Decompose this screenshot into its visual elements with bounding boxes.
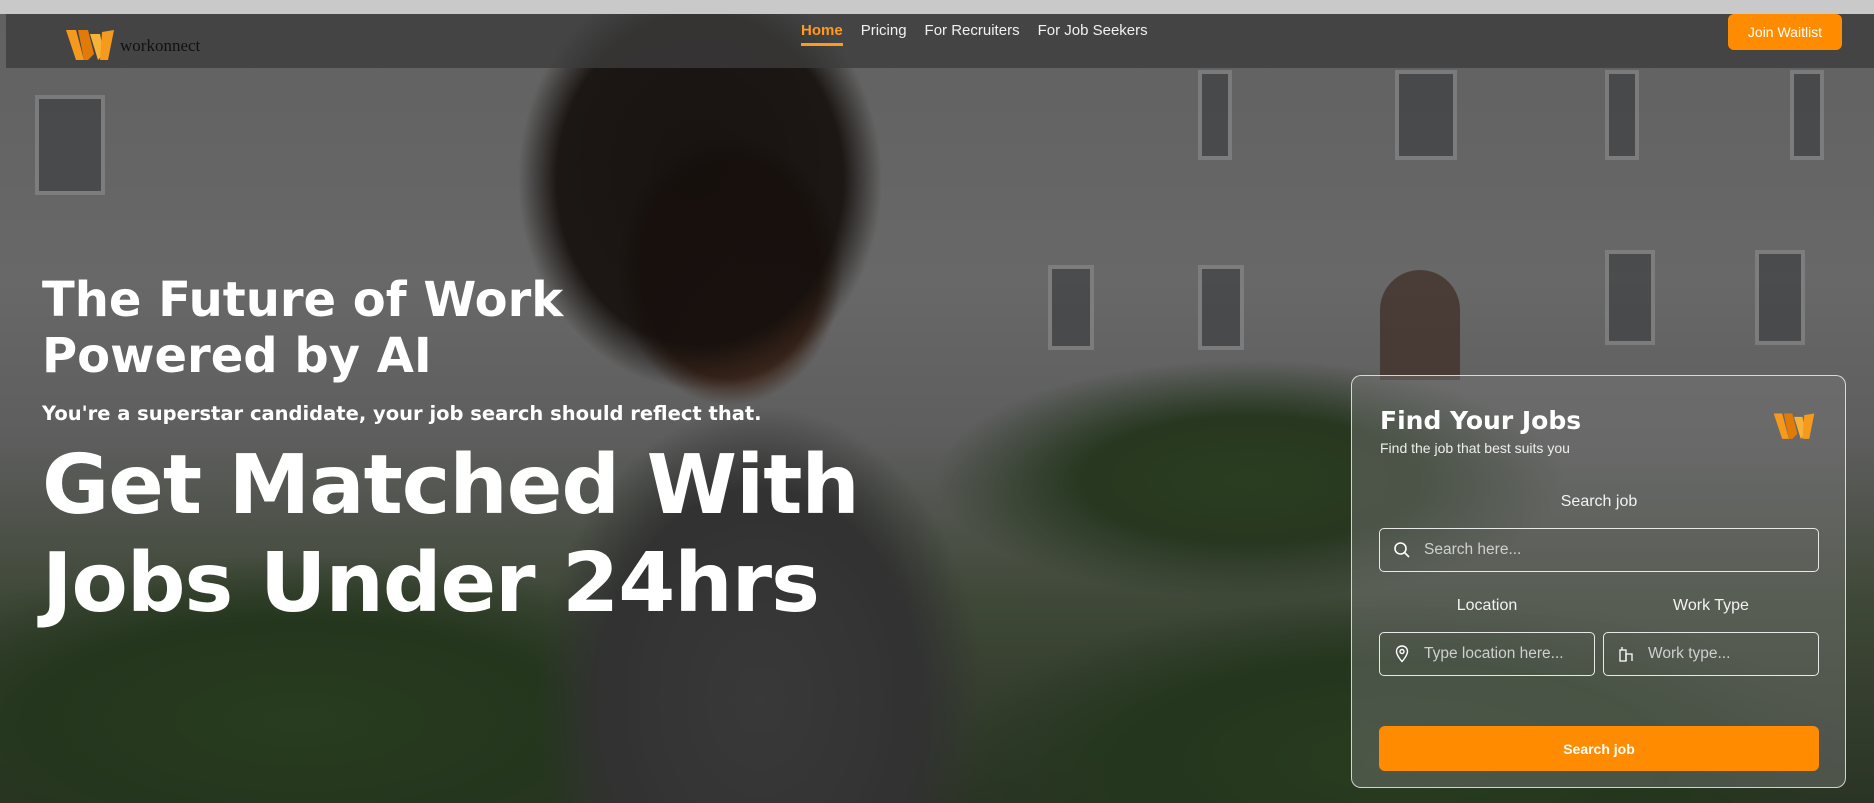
location-input[interactable] [1424,645,1579,663]
search-icon [1392,540,1412,560]
navbar: workonnect Home Pricing For Recruiters F… [6,14,1874,68]
work-type-label: Work Type [1673,597,1749,614]
search-job-button[interactable]: Search job [1379,726,1819,771]
nav-item-pricing[interactable]: Pricing [861,22,907,46]
hero-section: The Future of Work Powered by AI You're … [42,272,862,633]
nav-item-home[interactable]: Home [801,22,843,46]
work-type-field[interactable] [1603,632,1819,676]
card-title: Find Your Jobs [1380,406,1582,435]
top-strip [0,0,1874,14]
hero-headline: The Future of Work Powered by AI [42,272,564,384]
search-job-label: Search job [1560,493,1638,510]
brand-logo[interactable]: workonnect [64,26,200,66]
brand-name: workonnect [120,36,201,55]
search-field[interactable] [1379,528,1819,572]
nav-item-job-seekers[interactable]: For Job Seekers [1038,22,1148,46]
w-logo-icon [66,30,114,60]
hero-big-title: Get Matched With Jobs Under 24hrs [42,438,860,631]
hero-tagline: You're a superstar candidate, your job s… [42,402,762,425]
main-menu: Home Pricing For Recruiters For Job Seek… [801,22,1148,46]
find-jobs-card: Find Your Jobs Find the job that best su… [1351,375,1846,788]
page: workonnect Home Pricing For Recruiters F… [0,0,1874,803]
w-logo-icon [1773,413,1815,439]
search-input[interactable] [1424,541,1775,559]
location-pin-icon [1392,644,1412,664]
card-subtitle: Find the job that best suits you [1380,440,1570,456]
location-field[interactable] [1379,632,1595,676]
join-waitlist-button[interactable]: Join Waitlist [1728,14,1842,50]
location-label: Location [1456,597,1518,614]
work-type-input[interactable] [1648,645,1803,663]
nav-item-recruiters[interactable]: For Recruiters [925,22,1020,46]
building-icon [1616,644,1636,664]
